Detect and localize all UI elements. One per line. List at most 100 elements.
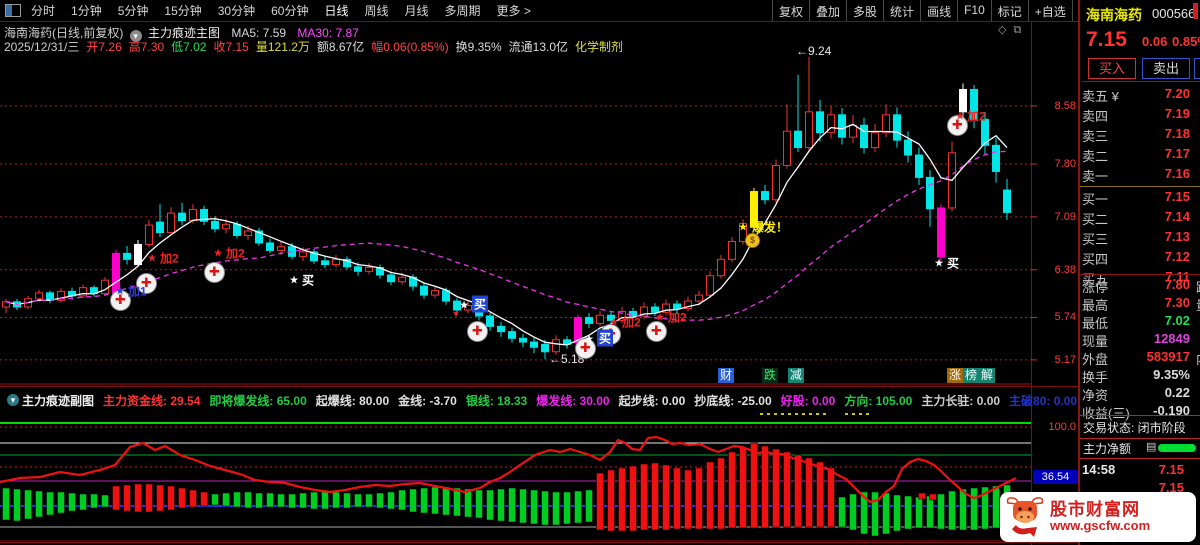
order-book-price: 7.17 [1164,146,1190,161]
order-book-row-卖五[interactable]: 卖五 ¥ 7.20 [1082,86,1198,105]
order-book-label: 卖四 [1082,109,1109,124]
sub-indicator-value-3: 金线: -3.70 [398,393,457,408]
watermark-跌: 跌 [762,368,779,383]
cut-column-char: 内 [1196,349,1200,368]
add-position-circle-marker: ✚ [467,321,488,342]
watermark-涨: 涨 [947,368,964,383]
net-flow-bar [1158,444,1196,452]
star-marker: ★ [655,311,665,324]
order-book-label: 卖五 ¥ [1082,89,1119,104]
price-tick-5.17: 5.17 [1054,353,1076,366]
sub-indicator-value-1: 即将爆发线: 65.00 [209,393,307,408]
sub-indicator-value-11: 主破80: 0.00 [1009,393,1078,408]
order-book-row-卖一[interactable]: 卖一 7.16 [1082,166,1198,185]
order-book-row-买三[interactable]: 买三 7.13 [1082,229,1198,248]
order-book-row-卖三[interactable]: 卖三 7.18 [1082,126,1198,145]
signal-label-加2: 加2 [967,109,986,124]
star-marker: ★ [584,333,594,346]
signal-label-买: 买 [302,273,315,288]
watermark-财: 财 [718,368,735,383]
sub-indicator-title: 主力痕迹副图 [22,393,95,408]
star-marker: ★ [609,316,619,329]
stat-label: 最低 [1082,316,1109,331]
order-book-row-买二[interactable]: 买二 7.14 [1082,209,1198,228]
star-marker: ★ [289,274,299,287]
order-book-label: 卖三 [1082,129,1109,144]
sell-button[interactable]: 卖出 [1142,58,1190,79]
signal-label-买: 买 [597,329,614,347]
star-marker: ★ [738,221,748,234]
collapse-sub-indicator-icon[interactable]: ▾ [7,394,19,406]
logo-site: www.gscfw.com [1050,518,1151,534]
quote-field-8: 换9.35% [455,40,502,54]
price-tick-7.8: 7.80 [1054,157,1076,170]
signal-label-爆发！: 爆发！ [752,220,789,235]
price-change: 0.06 [1142,34,1168,49]
signal-label-加2: 加2 [622,315,641,330]
signal-label-买: 买 [947,256,960,271]
stat-value: 9.35% [1153,367,1190,382]
stat-row-0: 涨停 7.80 [1082,277,1198,296]
star-marker: ★ [147,252,157,265]
order-book-price: 7.12 [1164,249,1190,264]
signal-label-加1: 加1 [128,284,147,299]
maximize-pane-icon[interactable]: ⧉ [1013,24,1021,36]
order-book-row-卖四[interactable]: 卖四 7.19 [1082,106,1198,125]
signal-label-买: 买 [472,295,489,313]
order-book-price: 7.15 [1164,189,1190,204]
stat-value: 583917 [1146,349,1190,364]
stat-row-4: 外盘 583917 [1082,349,1198,368]
price-tick-8.58: 8.58 [1054,99,1076,112]
order-book-label: 买四 [1082,252,1109,267]
sub-indicator-value-0: 主力资金线: 29.54 [103,393,201,408]
order-book-price: 7.19 [1164,106,1190,121]
order-book-price: 7.20 [1164,86,1190,101]
stat-row-1: 最高 7.30 [1082,295,1198,314]
alert-icon [1193,3,1198,19]
price-tick-6.38: 6.38 [1054,263,1076,276]
diamond-pane-icon[interactable]: ◇ [998,24,1006,36]
tick-time: 14:58 [1082,462,1116,477]
sub-indicator-value-6: 起步线: 0.00 [618,393,686,408]
watermark-榜: 榜 [963,368,980,383]
stat-label: 现量 [1082,334,1109,349]
tick-row-0: 14:58 7.15 [1082,462,1198,477]
sidebar-stock-name: 海南海药 [1086,7,1142,23]
pane-icons: ◇ ⧉ [998,23,1028,37]
stat-value: 12849 [1153,331,1190,346]
main-candlestick-chart[interactable]: ←9.24←5.18 [0,0,1078,545]
logo-text: 股市财富网 www.gscfw.com [1050,499,1151,534]
quote-field-7: 幅0.06(0.85%) [371,40,449,54]
quote-field-10: 化学制剂 [575,40,624,54]
order-book-label: 卖二 [1082,149,1109,164]
order-book-label: 买一 [1082,192,1109,207]
price-tick-7.09: 7.09 [1054,210,1076,223]
signal-label-加2: 加2 [668,310,687,325]
price-change-pct: 0.85% [1172,34,1200,49]
sub-indicator-value-8: 好股: 0.00 [780,393,836,408]
sub-indicator-header: ▾ 主力痕迹副图 主力资金线: 29.54 即将爆发线: 65.00 起爆线: 80… [4,390,1086,410]
stat-value: 7.80 [1164,277,1190,292]
order-book-row-买四[interactable]: 买四 7.12 [1082,249,1198,268]
sub-indicator-values: 主力资金线: 29.54 即将爆发线: 65.00 起爆线: 80.00 金线: -3… [103,392,1086,409]
list-icon[interactable]: ▤ [1146,440,1156,453]
order-book-row-买一[interactable]: 买一 7.15 [1082,189,1198,208]
order-book-row-卖二[interactable]: 卖二 7.17 [1082,146,1198,165]
trade-status-row: 交易状态: 闭市阶段 [1080,415,1200,439]
stat-row-2: 最低 7.02 [1082,313,1198,332]
stat-row-5: 换手 9.35% [1082,367,1198,386]
moneybag-icon: $ [745,233,760,248]
order-book-price: 7.16 [1164,166,1190,181]
site-logo[interactable]: 股市财富网 www.gscfw.com [1000,492,1196,542]
logo-title: 股市财富网 [1050,499,1140,519]
quote-field-3: 低7.02 [171,40,207,54]
order-book-label: 卖一 [1082,169,1109,184]
cut-column-char: 跌 [1196,277,1200,296]
buy-button[interactable]: 买入 [1088,58,1136,79]
stat-label: 换手 [1082,370,1109,385]
sub-axis-label-100.0: 100.0 [1048,421,1076,433]
sub-indicator-value-4: 银线: 18.33 [465,393,528,408]
more-button-cut[interactable] [1194,58,1200,79]
add-position-circle-marker: ✚ [646,321,667,342]
trading-app-window: 分时 1分钟 5分钟 15分钟 30分钟 60分钟 日线 周线 月线 多周期 更多 > 复权 叠加 多股… [0,0,1200,545]
